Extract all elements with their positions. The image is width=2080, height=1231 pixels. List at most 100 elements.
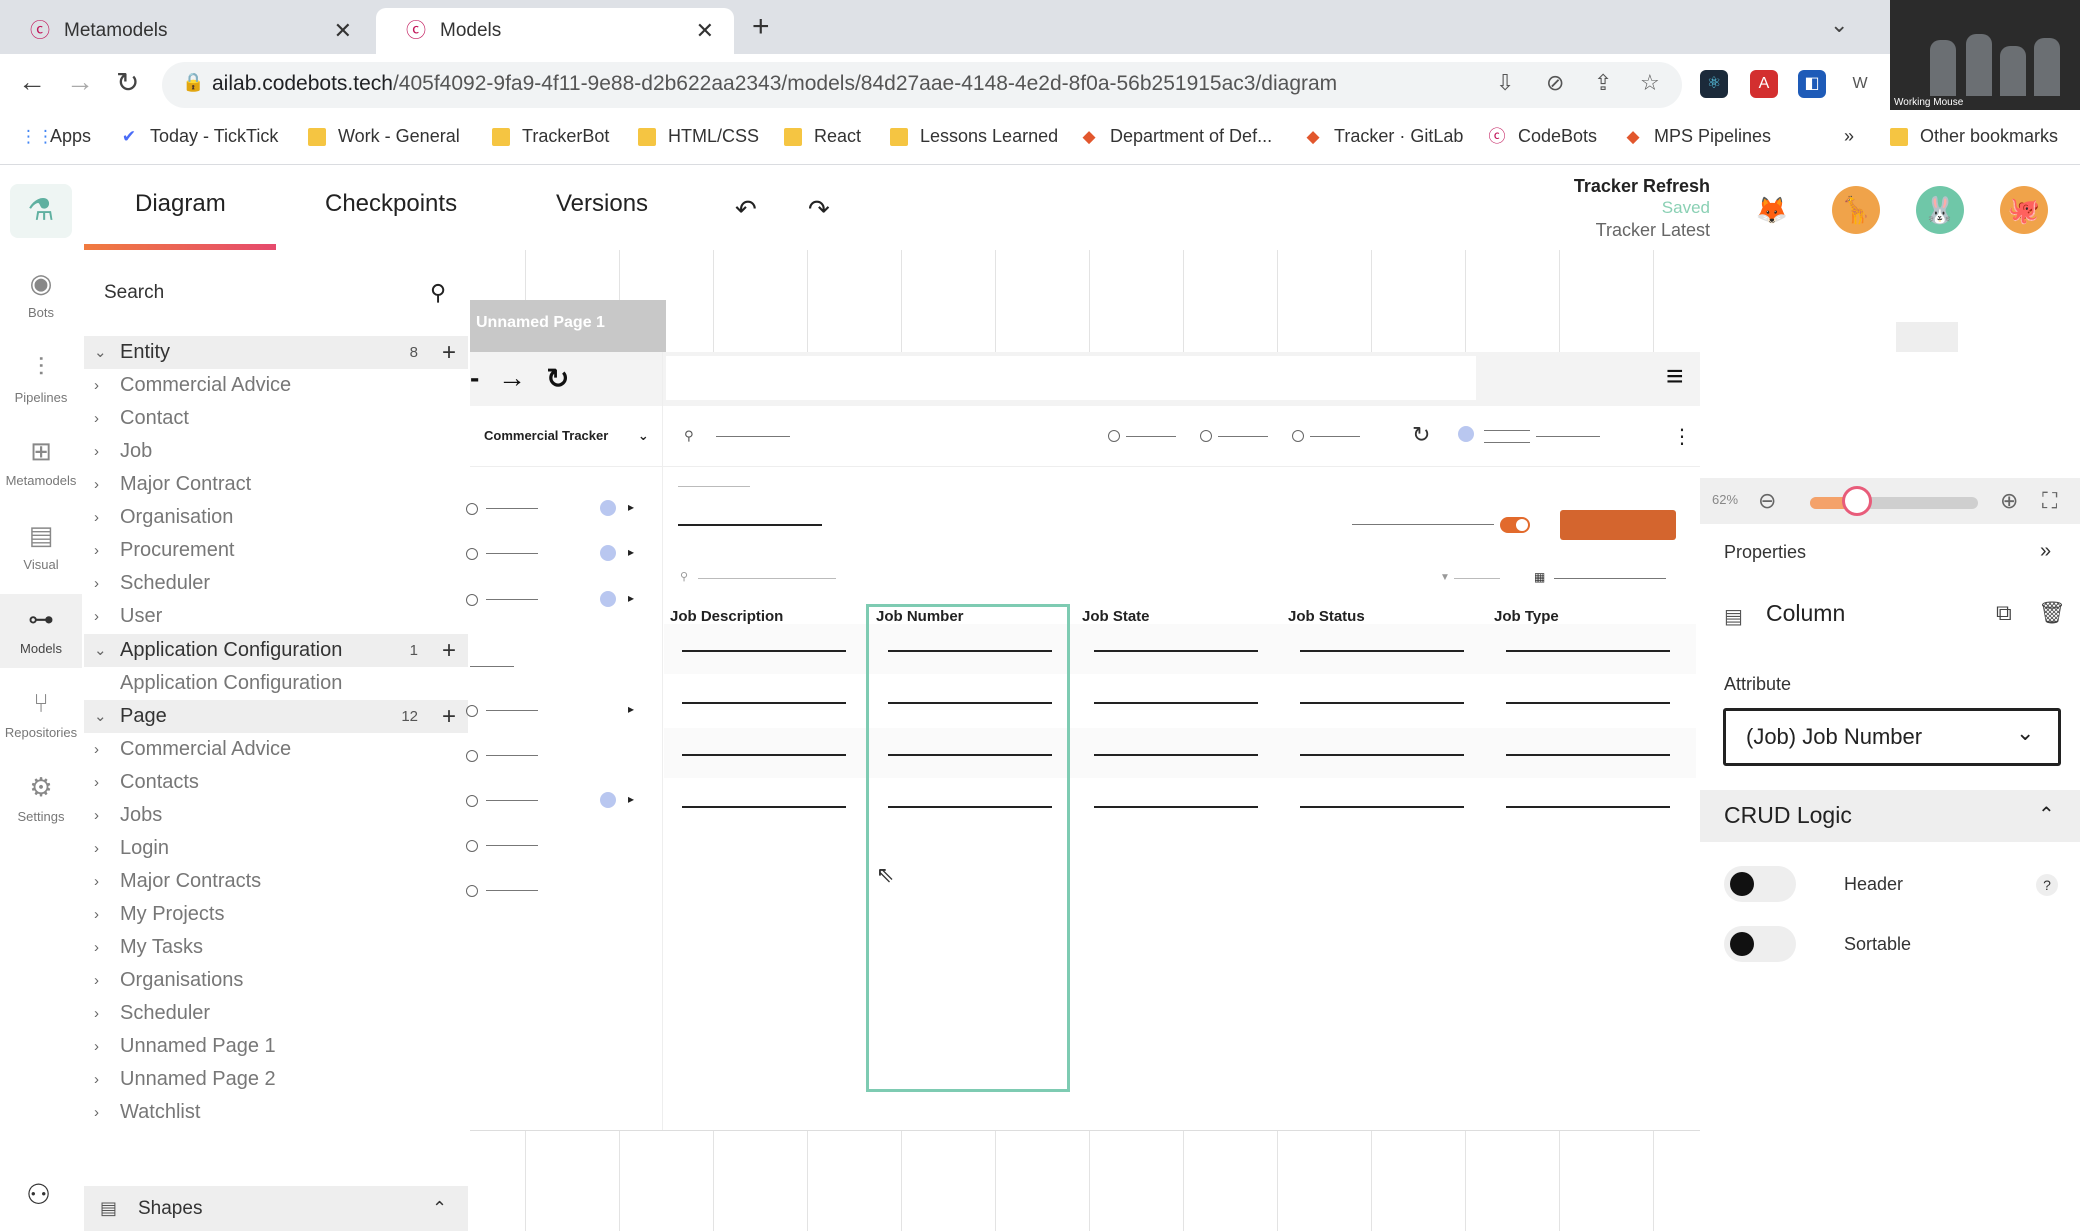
add-icon[interactable]: + bbox=[442, 336, 456, 369]
delete-icon[interactable]: 🗑 bbox=[2038, 600, 2066, 626]
bookmark-other[interactable]: Other bookmarks bbox=[1890, 126, 2058, 147]
forward-arrow-icon[interactable]: → bbox=[66, 66, 94, 98]
add-icon[interactable]: + bbox=[442, 700, 456, 733]
tree-group-application-configuration[interactable]: ⌄ Application Configuration 1 + bbox=[84, 634, 468, 667]
fox-avatar[interactable]: 🦊 bbox=[1748, 186, 1796, 234]
back-arrow-icon[interactable]: ← bbox=[18, 66, 46, 98]
rail-item-metamodels[interactable]: ⊞ Metamodels bbox=[0, 436, 82, 488]
tab-diagram[interactable]: Diagram bbox=[135, 190, 226, 218]
bookmark-lessons-learned[interactable]: Lessons Learned bbox=[890, 126, 1058, 147]
tree-item[interactable]: › Organisations bbox=[84, 964, 468, 997]
chevron-right-icon[interactable]: › bbox=[94, 501, 99, 534]
column-header-job-status[interactable]: Job Status bbox=[1288, 608, 1365, 625]
column-header-job-type[interactable]: Job Type bbox=[1494, 608, 1559, 625]
chevron-right-icon[interactable]: › bbox=[94, 832, 99, 865]
chevron-right-icon[interactable]: › bbox=[94, 534, 99, 567]
bookmark-trackerbot[interactable]: TrackerBot bbox=[492, 126, 609, 147]
tree-item[interactable]: › Job bbox=[84, 435, 468, 468]
share-icon[interactable]: ⇪ bbox=[1594, 70, 1612, 96]
tree-item[interactable]: › User bbox=[84, 600, 468, 633]
attribute-value[interactable]: (Job) Job Number bbox=[1746, 724, 1922, 750]
chevron-right-icon[interactable]: › bbox=[94, 468, 99, 501]
lock-icon[interactable]: 🔒 bbox=[182, 72, 204, 93]
close-tab-icon[interactable]: ✕ bbox=[334, 18, 352, 44]
extension-w-icon[interactable]: W bbox=[1846, 70, 1874, 98]
bookmark-star-icon[interactable]: ☆ bbox=[1640, 70, 1660, 96]
tree-item[interactable]: › My Tasks bbox=[84, 931, 468, 964]
tab-checkpoints[interactable]: Checkpoints bbox=[325, 190, 457, 218]
tree-item[interactable]: › My Projects bbox=[84, 898, 468, 931]
rail-item-repositories[interactable]: ⑂ Repositories bbox=[0, 688, 82, 740]
more-bookmarks-icon[interactable]: » bbox=[1844, 126, 1854, 147]
duplicate-icon[interactable]: ⧉ bbox=[1996, 600, 2012, 626]
rabbit-avatar[interactable]: 🐰 bbox=[1916, 186, 1964, 234]
selected-column-outline[interactable] bbox=[866, 604, 1070, 1092]
chevron-right-icon[interactable]: › bbox=[94, 865, 99, 898]
chevron-right-icon[interactable]: › bbox=[94, 898, 99, 931]
fullscreen-icon[interactable]: ⛶ bbox=[2042, 488, 2057, 514]
bookmark-html-css[interactable]: HTML/CSS bbox=[638, 126, 759, 147]
tree-item[interactable]: › Scheduler bbox=[84, 997, 468, 1030]
add-icon[interactable]: + bbox=[442, 634, 456, 667]
column-header-job-state[interactable]: Job State bbox=[1082, 608, 1150, 625]
chevron-right-icon[interactable]: › bbox=[94, 435, 99, 468]
rail-item-pipelines[interactable]: ⫶ Pipelines bbox=[0, 352, 82, 405]
adblock-extension-icon[interactable]: A bbox=[1750, 70, 1778, 98]
chevron-right-icon[interactable]: › bbox=[94, 964, 99, 997]
chevron-down-icon[interactable]: ⌄ bbox=[2016, 720, 2034, 746]
browser-tab-models[interactable]: ⓒ Models ✕ bbox=[376, 8, 734, 54]
tree-item[interactable]: › Scheduler bbox=[84, 567, 468, 600]
redo-icon[interactable]: ↷ bbox=[808, 194, 830, 225]
zoom-slider-thumb[interactable] bbox=[1842, 486, 1872, 516]
tree-item[interactable]: › Commercial Advice bbox=[84, 733, 468, 766]
tree-item[interactable]: › Organisation bbox=[84, 501, 468, 534]
tree-group-entity[interactable]: ⌄ Entity 8 + bbox=[84, 336, 468, 369]
rail-item-models[interactable]: ⊶ Models bbox=[0, 594, 82, 668]
bookmark-react[interactable]: React bbox=[784, 126, 861, 147]
tree-item[interactable]: › Contact bbox=[84, 402, 468, 435]
hamburger-menu-icon[interactable]: ≡ bbox=[1666, 360, 1684, 394]
sortable-toggle[interactable] bbox=[1724, 926, 1796, 962]
header-toggle[interactable] bbox=[1724, 866, 1796, 902]
chevron-right-icon[interactable]: › bbox=[94, 799, 99, 832]
chevron-right-icon[interactable]: › bbox=[94, 997, 99, 1030]
tree-item[interactable]: › Commercial Advice bbox=[84, 369, 468, 402]
react-extension-icon[interactable]: ⚛ bbox=[1700, 70, 1728, 98]
tab-search-chevron-icon[interactable]: ⌄ bbox=[1830, 12, 1848, 38]
tree-item[interactable]: › Major Contracts bbox=[84, 865, 468, 898]
chevron-up-icon[interactable]: ⌃ bbox=[2038, 802, 2055, 827]
rail-item-visual[interactable]: ▤ Visual bbox=[0, 520, 82, 572]
chevron-right-icon[interactable]: › bbox=[94, 1096, 99, 1129]
close-tab-icon[interactable]: ✕ bbox=[696, 18, 714, 44]
search-icon[interactable]: ⚲ bbox=[430, 280, 446, 306]
giraffe-avatar[interactable]: 🦒 bbox=[1832, 186, 1880, 234]
rail-item-bots[interactable]: ◉ Bots bbox=[0, 268, 82, 320]
chevron-right-icon[interactable]: › bbox=[94, 567, 99, 600]
tree-item[interactable]: › Watchlist bbox=[84, 1096, 468, 1129]
bookmark-tracker-gitlab[interactable]: ◆ Tracker · GitLab bbox=[1304, 126, 1463, 147]
bookmark-mps-pipelines[interactable]: ◆ MPS Pipelines bbox=[1624, 126, 1771, 147]
chevron-down-icon[interactable]: ⌄ bbox=[94, 336, 107, 369]
zoom-out-icon[interactable]: ⊖ bbox=[1758, 488, 1776, 514]
tree-item[interactable]: › Jobs bbox=[84, 799, 468, 832]
chevron-down-icon[interactable]: ⌄ bbox=[94, 634, 107, 667]
rail-item-settings[interactable]: ⚙ Settings bbox=[0, 772, 82, 824]
chevron-right-icon[interactable]: › bbox=[94, 369, 99, 402]
tree-item[interactable]: › Unnamed Page 1 bbox=[84, 1030, 468, 1063]
bookmark-work-general[interactable]: Work - General bbox=[308, 126, 460, 147]
install-icon[interactable]: ⇩ bbox=[1496, 70, 1514, 96]
chevron-up-icon[interactable]: ⌃ bbox=[432, 1198, 447, 1219]
page-tab[interactable]: Unnamed Page 1 bbox=[470, 300, 666, 352]
url-text[interactable]: ailab.codebots.tech/405f4092-9fa9-4f11-9… bbox=[212, 72, 1337, 96]
chevron-right-icon[interactable]: › bbox=[94, 600, 99, 633]
extension-icon[interactable]: ◧ bbox=[1798, 70, 1826, 98]
tree-item[interactable]: › Unnamed Page 2 bbox=[84, 1063, 468, 1096]
bookmark-codebots[interactable]: ⓒ CodeBots bbox=[1488, 126, 1598, 147]
help-icon[interactable]: ? bbox=[2036, 874, 2058, 896]
browser-tab-metamodels[interactable]: ⓒ Metamodels ✕ bbox=[0, 8, 372, 54]
tree-item[interactable]: › Login bbox=[84, 832, 468, 865]
eye-off-icon[interactable]: ⊘ bbox=[1546, 70, 1564, 96]
chevron-right-icon[interactable]: › bbox=[94, 402, 99, 435]
column-header-job-description[interactable]: Job Description bbox=[670, 608, 783, 625]
chevron-right-icon[interactable]: › bbox=[94, 931, 99, 964]
